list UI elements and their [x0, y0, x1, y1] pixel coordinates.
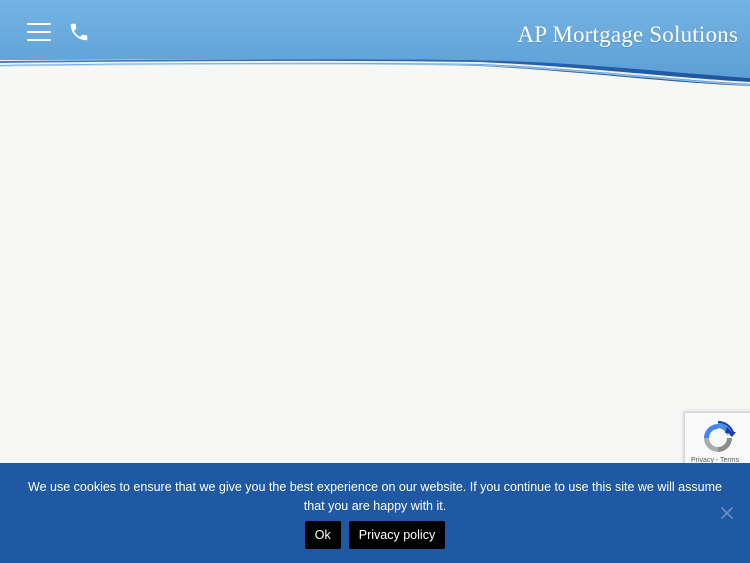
phone-icon[interactable]	[68, 21, 90, 43]
hamburger-menu-icon[interactable]	[27, 21, 51, 43]
cookie-notice-buttons: Ok Privacy policy	[0, 521, 750, 549]
site-brand-title[interactable]: AP Mortgage Solutions	[517, 22, 738, 48]
recaptcha-icon	[704, 420, 736, 452]
close-icon[interactable]	[719, 505, 735, 521]
cookie-notice-bar: We use cookies to ensure that we give yo…	[0, 463, 750, 563]
page: AP Mortgage Solutions Privacy - Terms We…	[0, 0, 750, 563]
cookie-ok-button[interactable]: Ok	[304, 521, 341, 549]
cookie-notice-message: We use cookies to ensure that we give yo…	[28, 480, 722, 513]
privacy-policy-button[interactable]: Privacy policy	[348, 521, 446, 549]
site-header: AP Mortgage Solutions	[0, 0, 750, 90]
